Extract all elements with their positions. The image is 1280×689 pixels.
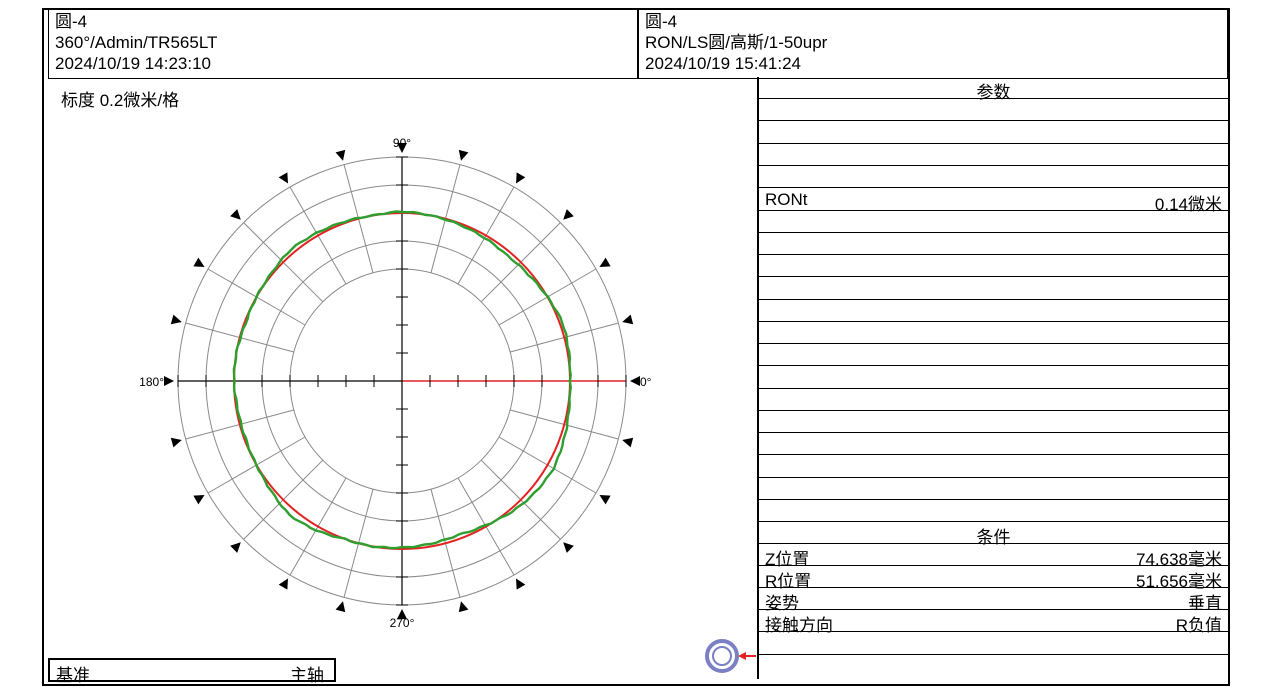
angle-marker-icon — [193, 495, 205, 505]
angle-marker-icon — [230, 209, 241, 220]
params-row — [759, 389, 1228, 411]
header-left-title: 圆-4 — [55, 12, 88, 31]
angle-marker-icon — [599, 257, 611, 267]
header-left: 圆-4 360°/Admin/TR565LT 2024/10/19 14:23:… — [48, 8, 638, 79]
conditions-row — [759, 633, 1228, 655]
header-left-info: 360°/Admin/TR565LT — [55, 33, 218, 52]
header-right-title: 圆-4 — [645, 12, 678, 31]
params-row — [759, 233, 1228, 255]
params-row — [759, 367, 1228, 389]
angle-label: 180° — [139, 375, 164, 389]
z-position-row: Z位置 74.638毫米 — [759, 544, 1228, 569]
conditions-row — [759, 655, 1228, 677]
angle-marker-icon — [278, 578, 288, 590]
scale-label: 标度 0.2微米/格 — [61, 91, 180, 110]
angle-marker-icon — [164, 376, 174, 386]
polar-chart: 0° 90° 180° 270° — [139, 136, 652, 630]
params-row — [759, 500, 1228, 522]
params-title-row: 参数 — [759, 77, 1228, 102]
probe-ring-outer — [705, 639, 739, 673]
posture-row: 姿势 垂直 — [759, 588, 1228, 613]
reference-value: 主轴 — [290, 666, 324, 685]
angle-marker-icon — [278, 172, 288, 184]
params-row — [759, 144, 1228, 166]
ront-label: RONt — [765, 190, 808, 209]
angle-label: 90° — [393, 136, 411, 150]
angle-marker-icon — [458, 149, 469, 161]
header-right-info: RON/LS圆/高斯/1-50upr — [645, 33, 828, 52]
parameter-panel: 参数 RONt 0.14微米 条件 Z位置 74.638毫米 R位置 51.65… — [757, 77, 1228, 679]
angle-label: 0° — [640, 375, 652, 389]
probe-direction-icon — [705, 639, 756, 673]
angle-marker-icon — [630, 376, 640, 386]
params-row — [759, 344, 1228, 366]
r-position-row: R位置 51.656毫米 — [759, 566, 1228, 591]
header-right-datetime: 2024/10/19 15:41:24 — [645, 54, 801, 73]
params-row — [759, 456, 1228, 478]
angle-marker-icon — [516, 172, 526, 184]
params-row — [759, 411, 1228, 433]
params-row — [759, 211, 1228, 233]
angle-marker-icon — [622, 437, 634, 448]
angle-labels: 0° 90° 180° 270° — [139, 136, 652, 630]
angle-label: 270° — [390, 616, 415, 630]
params-row — [759, 122, 1228, 144]
probe-ring-inner — [712, 646, 732, 666]
params-row — [759, 278, 1228, 300]
angle-marker-icon — [335, 149, 346, 161]
header-right: 圆-4 RON/LS圆/高斯/1-50upr 2024/10/19 15:41:… — [638, 8, 1228, 79]
params-row — [759, 322, 1228, 344]
params-row — [759, 433, 1228, 455]
contact-direction-row: 接触方向 R负值 — [759, 610, 1228, 635]
params-row — [759, 255, 1228, 277]
polar-grid — [177, 156, 627, 606]
angle-marker-icon — [230, 542, 241, 553]
ront-row: RONt 0.14微米 — [759, 189, 1228, 214]
angle-marker-icon — [563, 209, 574, 220]
reference-box: 基准 主轴 — [48, 658, 336, 685]
angle-marker-icon — [563, 542, 574, 553]
conditions-title-row: 条件 — [759, 522, 1228, 547]
params-row — [759, 166, 1228, 188]
params-row — [759, 99, 1228, 121]
angle-marker-icon — [335, 601, 346, 613]
angle-marker-icon — [170, 437, 182, 448]
angle-marker-icon — [622, 314, 634, 325]
reference-label: 基准 — [56, 666, 90, 685]
params-row — [759, 300, 1228, 322]
params-row — [759, 478, 1228, 500]
angle-marker-icon — [170, 314, 182, 325]
angle-marker-icon — [458, 601, 469, 613]
angle-marker-icon — [193, 257, 205, 267]
angle-marker-icon — [599, 495, 611, 505]
header-left-datetime: 2024/10/19 14:23:10 — [55, 54, 211, 73]
angle-marker-icon — [516, 578, 526, 590]
